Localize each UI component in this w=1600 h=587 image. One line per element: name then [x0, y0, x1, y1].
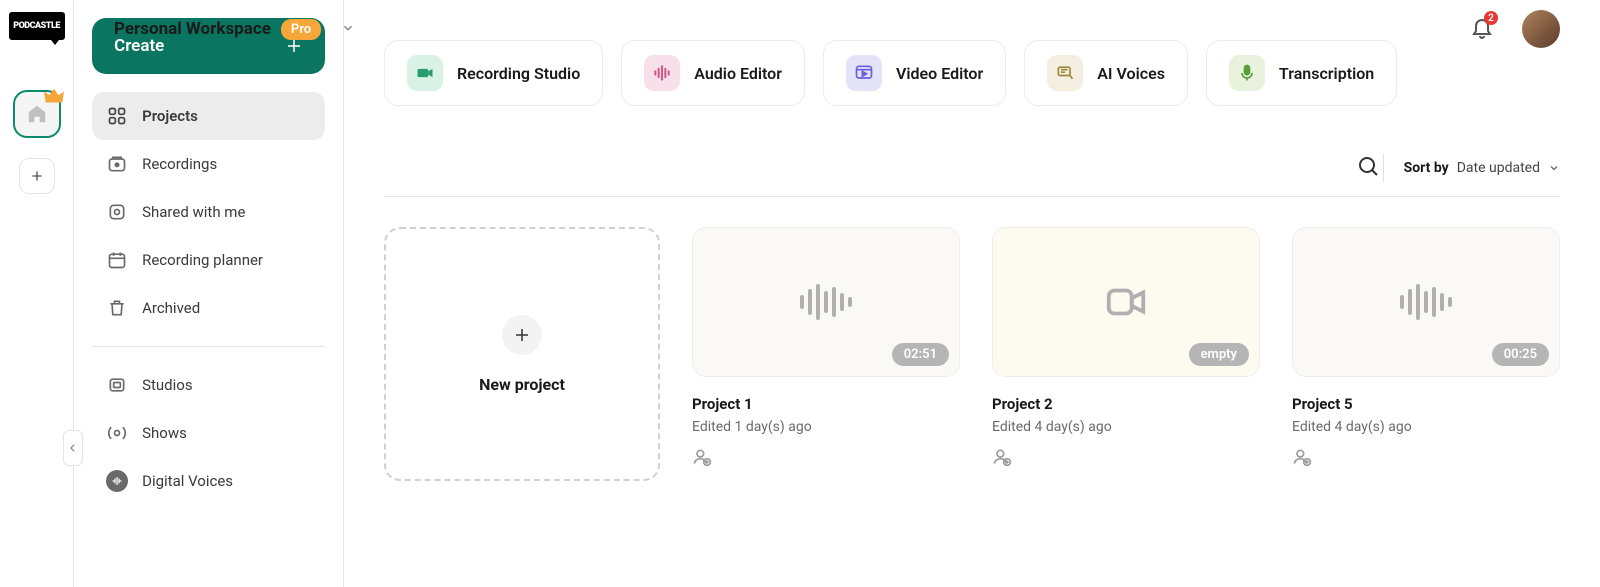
- sidebar-item-label: Shows: [142, 424, 187, 442]
- sort-row: Sort by Date updated: [384, 154, 1560, 182]
- sidebar-item-voices[interactable]: Digital Voices: [92, 457, 325, 505]
- sidebar-item-projects[interactable]: Projects: [92, 92, 325, 140]
- sidebar: Create Projects Recordings Shared with m…: [74, 0, 344, 587]
- sidebar-item-label: Shared with me: [142, 203, 245, 221]
- sidebar-item-label: Archived: [142, 299, 200, 317]
- crown-icon: [43, 86, 65, 108]
- duration-badge: 02:51: [892, 343, 949, 366]
- studio-icon: [106, 374, 128, 396]
- workspace-avatar[interactable]: [13, 90, 61, 138]
- chip-label: Recording Studio: [457, 64, 580, 83]
- calendar-icon: [106, 249, 128, 271]
- sidebar-item-shared[interactable]: Shared with me: [92, 188, 325, 236]
- ai-voice-icon: [1047, 55, 1083, 91]
- sidebar-item-label: Recording planner: [142, 251, 263, 269]
- notifications-button[interactable]: 2: [1470, 15, 1494, 43]
- notification-count: 2: [1484, 11, 1498, 25]
- logo[interactable]: PODCASTLE: [9, 12, 65, 40]
- duration-badge: 00:25: [1492, 343, 1549, 366]
- chevron-down-icon: [341, 21, 355, 35]
- chip-label: Transcription: [1279, 64, 1374, 83]
- project-card[interactable]: 02:51 Project 1 Edited 1 day(s) ago: [692, 227, 960, 481]
- topbar: Personal Workspace Pro 2: [94, 0, 1580, 58]
- chip-label: AI Voices: [1097, 64, 1165, 83]
- plus-icon: [29, 168, 45, 184]
- broadcast-icon: [106, 422, 128, 444]
- add-member-icon[interactable]: [692, 447, 712, 467]
- chevron-down-icon: [1548, 162, 1560, 174]
- project-title: Project 5: [1292, 395, 1560, 413]
- project-thumbnail: 00:25: [1292, 227, 1560, 377]
- sort-value: Date updated: [1457, 160, 1540, 176]
- sidebar-item-archived[interactable]: Archived: [92, 284, 325, 332]
- video-record-icon: [106, 153, 128, 175]
- add-member-icon[interactable]: [992, 447, 1012, 467]
- chip-label: Audio Editor: [694, 64, 782, 83]
- mini-sidebar: PODCASTLE: [0, 0, 74, 587]
- grid-icon: [106, 105, 128, 127]
- sidebar-item-recordings[interactable]: Recordings: [92, 140, 325, 188]
- add-workspace-button[interactable]: [19, 158, 55, 194]
- trash-icon: [106, 297, 128, 319]
- new-project-card[interactable]: New project: [384, 227, 660, 481]
- project-meta: Edited 1 day(s) ago: [692, 419, 960, 435]
- divider: [384, 196, 1560, 197]
- divider: [92, 346, 325, 347]
- sidebar-item-label: Recordings: [142, 155, 217, 173]
- sidebar-item-studios[interactable]: Studios: [92, 361, 325, 409]
- sidebar-item-shows[interactable]: Shows: [92, 409, 325, 457]
- project-thumbnail: empty: [992, 227, 1260, 377]
- sidebar-item-planner[interactable]: Recording planner: [92, 236, 325, 284]
- sort-label: Sort by: [1404, 160, 1449, 176]
- project-title: Project 2: [992, 395, 1260, 413]
- project-meta: Edited 4 day(s) ago: [992, 419, 1260, 435]
- share-icon: [106, 201, 128, 223]
- content: Recording Studio Audio Editor Video Edit…: [344, 0, 1600, 587]
- search-icon: [1356, 154, 1380, 178]
- chevron-left-icon: [68, 443, 78, 453]
- workspace-title: Personal Workspace: [114, 19, 271, 39]
- video-icon: [1103, 279, 1149, 325]
- mic-icon: [1229, 55, 1265, 91]
- pro-badge: Pro: [281, 19, 321, 40]
- sidebar-item-label: Studios: [142, 376, 193, 394]
- main: Personal Workspace Pro 2 Recording Studi…: [344, 0, 1600, 587]
- video-icon: [846, 55, 882, 91]
- project-card[interactable]: empty Project 2 Edited 4 day(s) ago: [992, 227, 1260, 481]
- sidebar-item-label: Digital Voices: [142, 472, 233, 490]
- projects-grid: New project 02:51 Project 1 Edited 1 day…: [384, 227, 1560, 481]
- project-meta: Edited 4 day(s) ago: [1292, 419, 1560, 435]
- sidebar-item-label: Projects: [142, 107, 198, 125]
- add-member-icon[interactable]: [1292, 447, 1312, 467]
- search-button[interactable]: [1356, 154, 1384, 182]
- project-thumbnail: 02:51: [692, 227, 960, 377]
- duration-badge: empty: [1189, 343, 1249, 366]
- project-card[interactable]: 00:25 Project 5 Edited 4 day(s) ago: [1292, 227, 1560, 481]
- user-avatar[interactable]: [1522, 10, 1560, 48]
- project-title: Project 1: [692, 395, 960, 413]
- chip-label: Video Editor: [896, 64, 983, 83]
- new-project-label: New project: [479, 375, 565, 394]
- sort-dropdown[interactable]: Sort by Date updated: [1404, 160, 1560, 176]
- waveform-icon: [644, 55, 680, 91]
- plus-circle-icon: [502, 315, 542, 355]
- camera-icon: [407, 55, 443, 91]
- waveform-icon: [1400, 284, 1452, 320]
- waveform-icon: [800, 284, 852, 320]
- collapse-sidebar-button[interactable]: [63, 430, 83, 466]
- workspace-dropdown[interactable]: [337, 16, 359, 43]
- voice-icon: [106, 470, 128, 492]
